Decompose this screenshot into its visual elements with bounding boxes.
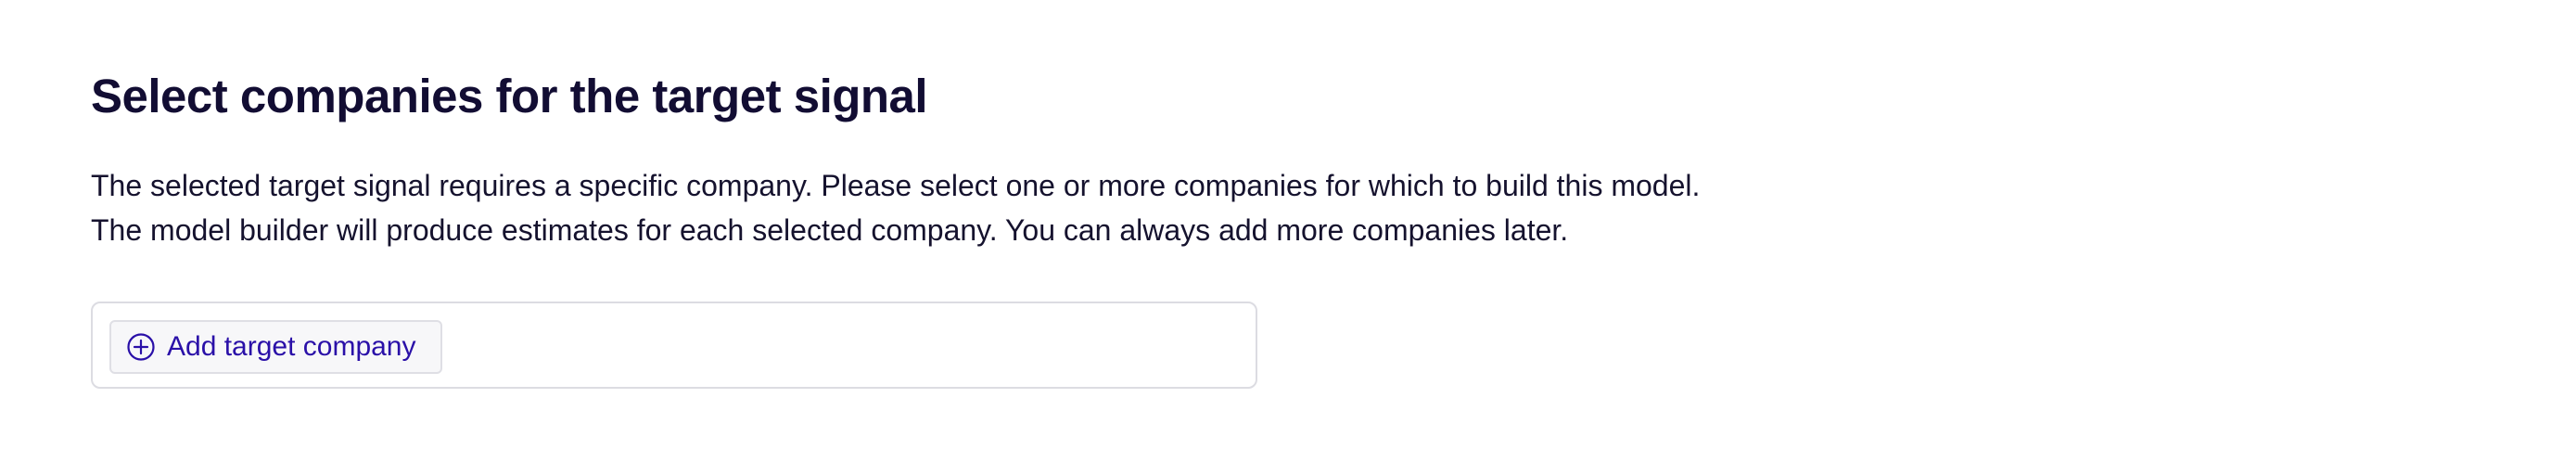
description-line-2: The model builder will produce estimates…: [91, 213, 1569, 247]
target-company-picker: Add target company: [91, 302, 1257, 389]
description-line-1: The selected target signal requires a sp…: [91, 169, 1701, 202]
page-title: Select companies for the target signal: [91, 70, 928, 122]
page-description: The selected target signal requires a sp…: [91, 163, 1700, 252]
plus-circle-icon: [126, 332, 156, 362]
add-target-company-label: Add target company: [167, 331, 416, 362]
add-target-company-button[interactable]: Add target company: [109, 320, 442, 374]
